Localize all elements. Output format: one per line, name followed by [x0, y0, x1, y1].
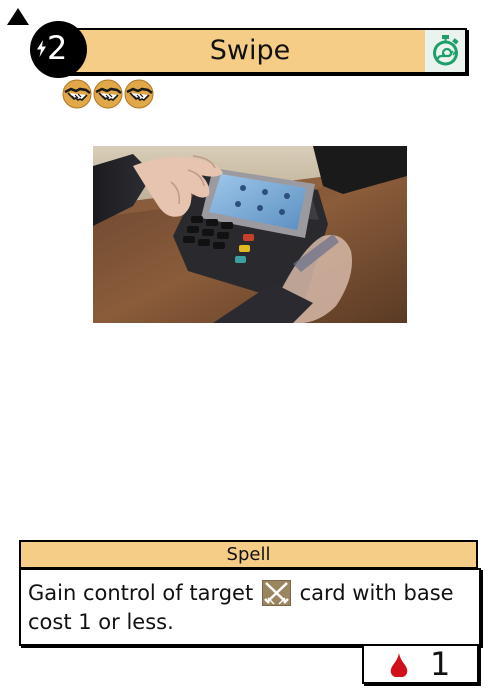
lightning-bolt-icon [37, 40, 46, 57]
handshake-icon [62, 79, 92, 109]
title-bar: Swipe [55, 28, 467, 74]
stopwatch-snail-icon [433, 35, 459, 66]
cost-value: 2 [47, 29, 68, 67]
stat-box: 1 [362, 645, 479, 684]
card-artwork [93, 146, 407, 323]
rules-text-before: Gain control of target [28, 581, 254, 605]
blood-drop-icon [390, 653, 408, 677]
cost-circle: 2 [30, 21, 87, 78]
rules-text-box: Gain control of target card with base co… [19, 568, 481, 646]
handshake-icon [93, 79, 123, 109]
stat-value: 1 [430, 645, 451, 683]
card-name: Swipe [209, 35, 291, 66]
card-reader-swipe-illustration [93, 146, 407, 323]
timing-icon-box [425, 30, 465, 72]
crossed-swords-icon [261, 580, 291, 606]
corner-triangle-icon [7, 8, 29, 25]
token-row [62, 79, 155, 109]
handshake-icon [124, 79, 154, 109]
type-line: Spell [19, 540, 478, 569]
